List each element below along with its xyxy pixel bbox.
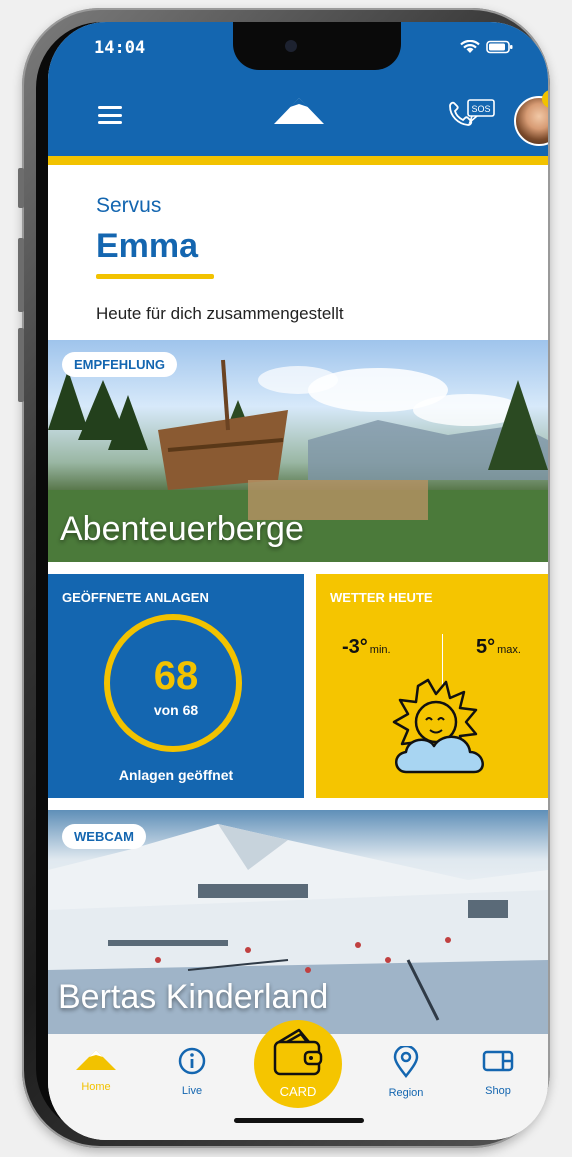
greeting-subtitle: Heute für dich zusammengestellt (96, 304, 344, 323)
sun-cloud-icon (392, 678, 484, 774)
notch (233, 22, 401, 70)
user-name: Emma (96, 227, 199, 265)
recommendation-title: Abenteuerberge (60, 510, 304, 548)
weather-label: WETTER HEUTE (330, 590, 433, 605)
screen: 14:04 SOS Servus Emma Heute für dich zus… (48, 22, 548, 1140)
menu-button[interactable] (98, 106, 122, 124)
open-lifts-label: GEÖFFNETE ANLAGEN (62, 590, 209, 605)
battery-icon (486, 40, 513, 54)
nav-region-label: Region (388, 1087, 424, 1099)
wifi-icon (460, 40, 480, 53)
info-icon (178, 1047, 206, 1075)
webcam-title: Bertas Kinderland (58, 978, 329, 1016)
open-lifts-total: von 68 (153, 702, 199, 718)
sos-label: SOS (471, 104, 490, 114)
recommendation-tag: EMPFEHLUNG (62, 352, 177, 377)
nav-card-label: CARD (279, 1084, 317, 1099)
mountain-logo-icon[interactable] (272, 92, 326, 126)
open-lifts-count: 68 (153, 654, 199, 698)
volume-up-button (18, 238, 24, 312)
name-underline (96, 274, 214, 279)
nav-shop[interactable]: Shop (458, 1046, 538, 1097)
open-lifts-tile[interactable]: GEÖFFNETE ANLAGEN 68 von 68 Anlagen geöf… (48, 574, 304, 798)
temp-min: -3° min. (342, 636, 391, 659)
nav-live[interactable]: Live (152, 1046, 232, 1097)
location-pin-icon (393, 1044, 419, 1079)
temp-min-value: -3° (342, 636, 368, 658)
wallet-icon (273, 1028, 323, 1076)
temp-max-value: 5° (476, 636, 496, 658)
webcam-tag: WEBCAM (62, 824, 146, 849)
nav-live-label: Live (181, 1085, 203, 1097)
nav-region[interactable]: Region (366, 1044, 446, 1099)
phone-frame: 14:04 SOS Servus Emma Heute für dich zus… (18, 8, 550, 1148)
nav-home[interactable]: Home (56, 1046, 136, 1093)
temp-max: 5° max. (476, 636, 521, 659)
bottom-nav: Home Live CARD Region Shop (48, 1020, 548, 1140)
volume-down-button (18, 328, 24, 402)
sos-call-button[interactable]: SOS (446, 96, 498, 138)
status-time: 14:04 (94, 38, 146, 58)
webcam-card[interactable]: WEBCAM Bertas Kinderland (48, 810, 548, 1034)
hamburger-icon (98, 106, 122, 109)
shop-card-icon (482, 1050, 514, 1072)
weather-tile[interactable]: WETTER HEUTE -3° min. 5° max. (316, 574, 548, 798)
greeting-hello: Servus (96, 194, 162, 217)
nav-home-label: Home (81, 1081, 111, 1093)
mute-switch (18, 168, 24, 208)
temp-max-label: max. (497, 644, 521, 656)
nav-card-button[interactable]: CARD (254, 1020, 342, 1108)
open-lifts-caption: Anlagen geöffnet (118, 767, 234, 783)
temp-min-label: min. (369, 644, 391, 656)
home-mountain-icon (76, 1050, 116, 1070)
status-icons (460, 40, 514, 54)
nav-shop-label: Shop (485, 1085, 511, 1097)
home-indicator[interactable] (234, 1118, 364, 1123)
recommendation-card[interactable]: EMPFEHLUNG Abenteuerberge (48, 340, 548, 562)
